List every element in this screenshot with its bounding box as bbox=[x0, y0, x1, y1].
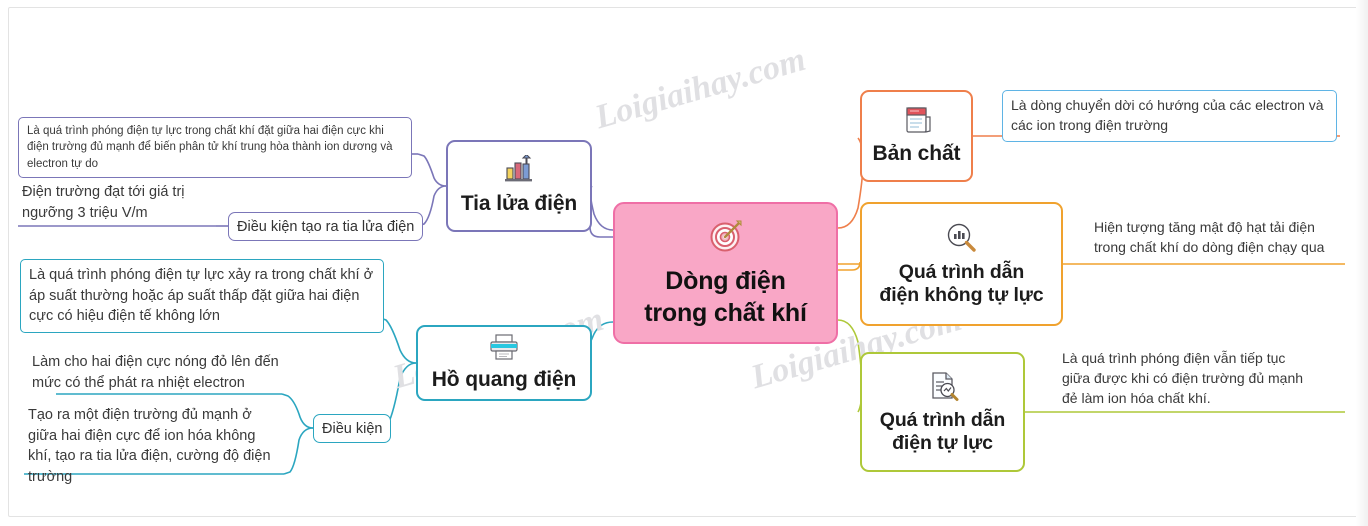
central-topic-node[interactable]: Dòng điện trong chất khí bbox=[613, 202, 838, 344]
detail-line2: trong chất khí do dòng điện chạy qua bbox=[1094, 238, 1325, 255]
branch-node-dan-dien-khong-tu-luc[interactable]: Quá trình dẫn điện không tự lực bbox=[860, 202, 1063, 326]
branch-label-dan-dien-khong-tu-luc-line2: điện không tự lực bbox=[879, 283, 1044, 306]
condition-detail-line2: ngưỡng 3 triệu V/m bbox=[22, 204, 148, 221]
leaf-tia-lua-dien-condition-detail: Điện trường đạt tới giá trị ngưỡng 3 tri… bbox=[18, 180, 218, 226]
leaf-ho-quang-dien-condition-2: Tạo ra một điện trường đủ mạnh ở giữa ha… bbox=[28, 407, 271, 485]
leaf-dan-dien-tu-luc-detail: Là quá trình phóng điện vẫn tiếp tục giữ… bbox=[1058, 347, 1348, 412]
branch-label-dan-dien-tu-luc-line2: điện tự lực bbox=[892, 431, 993, 454]
bar-chart-icon bbox=[502, 153, 536, 190]
leaf-ho-quang-dien-definition: Là quá trình phóng điện tự lực xảy ra tr… bbox=[20, 259, 384, 333]
branch-node-tia-lua-dien[interactable]: Tia lửa điện bbox=[446, 140, 592, 232]
branch-node-ho-quang-dien[interactable]: Hồ quang điện bbox=[416, 325, 592, 401]
condition-detail-line1: Điện trường đạt tới giá trị bbox=[22, 184, 185, 200]
notepad-icon bbox=[901, 105, 933, 140]
page-edge-shadow bbox=[1356, 0, 1368, 526]
printer-icon bbox=[487, 333, 521, 366]
chart-magnifier-icon bbox=[945, 222, 979, 259]
detail-line3: đẻ làm ion hóa chất khí. bbox=[1062, 389, 1211, 406]
branch-label-dan-dien-khong-tu-luc-line1: Quá trình dẫn bbox=[898, 260, 1025, 283]
leaf-ho-quang-dien-condition-1: Làm cho hai điện cực nóng đỏ lên đến mức… bbox=[32, 354, 279, 391]
mindmap-canvas: Loigiaihay.com Loigiaihay.com Loigiaihay… bbox=[0, 0, 1368, 526]
central-topic-line1: Dòng điện bbox=[665, 266, 786, 295]
leaf-dan-dien-khong-tu-luc-detail: Hiện tượng tăng mật độ hạt tải điện tron… bbox=[1090, 216, 1362, 261]
branch-label-dan-dien-tu-luc-line1: Quá trình dẫn bbox=[879, 408, 1006, 431]
detail-line1: Hiện tượng tăng mật độ hạt tải điện bbox=[1094, 219, 1315, 235]
detail-line1: Là quá trình phóng điện vẫn tiếp tục bbox=[1062, 350, 1286, 366]
pill-dieu-kien-ho-quang-dien[interactable]: Điều kiện bbox=[313, 414, 392, 443]
branch-node-ban-chat[interactable]: Bản chất bbox=[860, 90, 973, 182]
leaf-ban-chat-detail: Là dòng chuyển dời có hướng của các elec… bbox=[1002, 90, 1337, 142]
detail-line2: giữa được khi có điện trường đủ mạnh bbox=[1062, 369, 1304, 386]
branch-label-ho-quang-dien: Hồ quang điện bbox=[431, 368, 577, 392]
branch-label-tia-lua-dien: Tia lửa điện bbox=[460, 192, 578, 216]
document-magnifier-icon bbox=[926, 370, 960, 407]
leaf-tia-lua-dien-definition: Là quá trình phóng điện tự lực trong chấ… bbox=[18, 117, 412, 178]
central-topic-line2: trong chất khí bbox=[644, 298, 807, 327]
pill-dieu-kien-tia-lua-dien[interactable]: Điều kiện tạo ra tia lửa điện bbox=[228, 212, 424, 241]
target-icon bbox=[708, 218, 744, 259]
branch-node-dan-dien-tu-luc[interactable]: Quá trình dẫn điện tự lực bbox=[860, 352, 1025, 472]
branch-label-ban-chat: Bản chất bbox=[872, 142, 961, 166]
